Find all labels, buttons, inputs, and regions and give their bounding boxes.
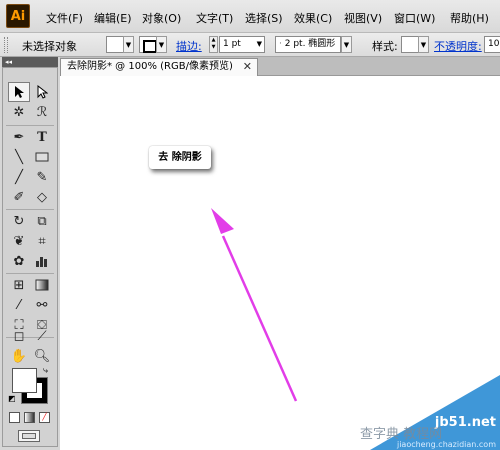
- style-dropdown-arrow[interactable]: ▼: [418, 36, 429, 53]
- fill-color-swatch[interactable]: [106, 36, 124, 53]
- paintbrush-tool-icon[interactable]: ╱: [8, 167, 30, 187]
- artboard-tool-icon[interactable]: ◻: [8, 326, 30, 346]
- free-transform-tool-icon[interactable]: ⌗: [31, 231, 53, 251]
- watermark-url: jiaocheng.chazidian.com: [396, 440, 496, 449]
- pen-tool-icon[interactable]: ✒: [8, 127, 30, 147]
- menu-bar: Ai 文件(F) 编辑(E) 对象(O) 文字(T) 选择(S) 效果(C) 视…: [0, 0, 500, 33]
- watermark-site: jb51.net: [434, 415, 496, 430]
- eyedropper-tool-icon[interactable]: ⁄: [8, 295, 30, 315]
- color-mode-icon[interactable]: [9, 412, 20, 423]
- artboard-canvas[interactable]: 去 除阴影 jb51.net 查字典 教程网 jiaocheng.chazidi…: [60, 76, 500, 450]
- collapse-panel-icon[interactable]: ◂◂: [5, 58, 12, 66]
- document-tab[interactable]: 去除阴影* @ 100% (RGB/像素预览) ✕: [60, 58, 258, 76]
- stroke-weight-select[interactable]: 1 pt ▼: [219, 36, 265, 53]
- slice-tool-icon[interactable]: ⟋: [31, 326, 53, 346]
- style-label: 样式:: [372, 40, 398, 53]
- warp-tool-icon[interactable]: ❦: [8, 231, 30, 251]
- opacity-label-link[interactable]: 不透明度:: [434, 38, 482, 54]
- selection-tool-icon[interactable]: [8, 82, 30, 102]
- menu-window[interactable]: 窗口(W): [394, 10, 435, 26]
- control-bar-grip[interactable]: [4, 37, 8, 53]
- blob-brush-tool-icon[interactable]: ✐: [8, 187, 30, 207]
- control-bar: 未选择对象 ▼ ▼ 描边: ▲ ▼ 1 pt ▼ · 2 pt. 椭圆形 ▼ 样式:…: [0, 33, 500, 57]
- stroke-color-swatch[interactable]: [139, 36, 157, 53]
- menu-help[interactable]: 帮助(H): [450, 10, 489, 26]
- selection-status: 未选择对象: [22, 40, 77, 53]
- menu-type[interactable]: 文字(T): [196, 10, 233, 26]
- close-icon[interactable]: ✕: [243, 59, 252, 75]
- document-tab-title: 去除阴影* @ 100% (RGB/像素预览): [67, 61, 233, 72]
- stroke-label-link[interactable]: 描边:: [176, 38, 202, 54]
- symbol-sprayer-tool-icon[interactable]: ✿: [8, 251, 30, 271]
- document-tab-bar: 去除阴影* @ 100% (RGB/像素预览) ✕: [60, 57, 500, 76]
- gradient-tool-icon[interactable]: [31, 275, 53, 295]
- mesh-tool-icon[interactable]: ⊞: [8, 275, 30, 295]
- menu-object[interactable]: 对象(O): [142, 10, 181, 26]
- pencil-tool-icon[interactable]: ✎: [31, 167, 53, 187]
- rectangle-tool-icon[interactable]: [31, 147, 53, 167]
- stroke-dropdown-arrow[interactable]: ▼: [156, 36, 167, 53]
- app-logo-icon: Ai: [6, 4, 30, 28]
- column-graph-tool-icon[interactable]: [31, 251, 53, 271]
- type-tool-icon[interactable]: T: [31, 127, 53, 147]
- fill-color-box[interactable]: [12, 368, 37, 393]
- menu-select[interactable]: 选择(S): [245, 10, 283, 26]
- blend-tool-icon[interactable]: ⚯: [31, 295, 53, 315]
- direct-selection-tool-icon[interactable]: [31, 82, 53, 102]
- menu-effect[interactable]: 效果(C): [294, 10, 332, 26]
- rotate-tool-icon[interactable]: ↻: [8, 211, 30, 231]
- brush-dropdown-arrow[interactable]: ▼: [341, 36, 352, 53]
- none-mode-icon[interactable]: ╱: [39, 412, 50, 423]
- toolbox-header[interactable]: ◂◂: [2, 57, 58, 67]
- menu-edit[interactable]: 编辑(E): [94, 10, 132, 26]
- line-tool-icon[interactable]: ╲: [8, 147, 30, 167]
- graphic-style-swatch[interactable]: [401, 36, 419, 53]
- fill-dropdown-arrow[interactable]: ▼: [123, 36, 134, 53]
- gradient-mode-icon[interactable]: [24, 412, 35, 423]
- magic-wand-tool-icon[interactable]: ✲: [8, 102, 30, 122]
- brush-definition-select[interactable]: · 2 pt. 椭圆形: [275, 36, 341, 53]
- toolbox-divider: [6, 209, 54, 210]
- default-colors-icon[interactable]: ◩: [8, 394, 16, 403]
- menu-file[interactable]: 文件(F): [46, 10, 83, 26]
- scale-tool-icon[interactable]: ⧉: [31, 211, 53, 231]
- toolbox-panel: ✲ ℛ ✒ T ╲ ╱ ✎ ✐ ◇ ↻ ⧉ ❦ ⌗ ✿ ⊞ ⁄ ⚯ ⛶ ⛋ ◻ …: [2, 67, 58, 447]
- toolbox-divider: [6, 273, 54, 274]
- toolbox-divider: [6, 125, 54, 126]
- menu-view[interactable]: 视图(V): [344, 10, 382, 26]
- stroke-weight-spinner[interactable]: ▲ ▼: [209, 36, 218, 53]
- zoom-tool-icon[interactable]: 🔍︎: [31, 346, 53, 366]
- screen-mode-icon[interactable]: [18, 430, 40, 442]
- hand-tool-icon[interactable]: ✋: [8, 346, 30, 366]
- opacity-input[interactable]: 100: [484, 36, 500, 53]
- lasso-tool-icon[interactable]: ℛ: [31, 102, 53, 122]
- swap-colors-icon[interactable]: ⤷: [43, 366, 48, 376]
- eraser-tool-icon[interactable]: ◇: [31, 187, 53, 207]
